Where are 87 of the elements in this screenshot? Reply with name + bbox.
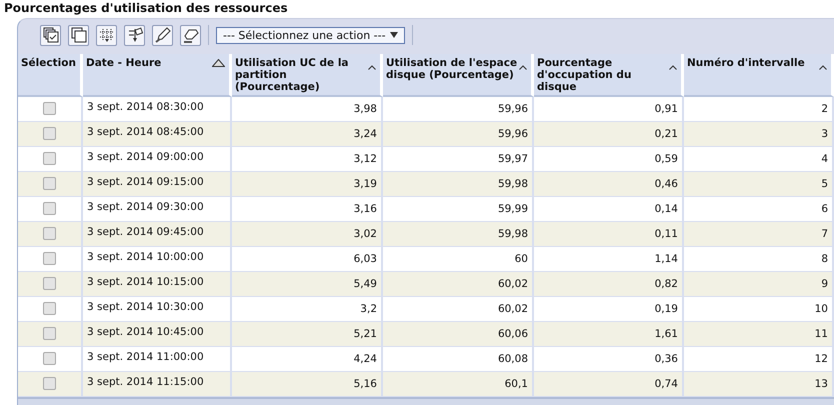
table-cell: 12 <box>684 347 834 372</box>
table-cell: 0,82 <box>534 272 684 297</box>
table-cell: 2 <box>684 97 834 122</box>
table-cell: 60,08 <box>383 347 534 372</box>
column-header[interactable]: Pourcentage d'occupation du disque <box>534 54 684 97</box>
table-cell: 3 sept. 2014 10:00:00 <box>83 247 232 272</box>
table-cell: 10 <box>684 297 834 322</box>
column-header[interactable]: Numéro d'intervalle <box>684 54 834 97</box>
table-cell: 3,24 <box>232 122 383 147</box>
table-cell: 60,02 <box>383 272 534 297</box>
table-cell: 3 sept. 2014 10:45:00 <box>83 322 232 347</box>
table-cell: 3,98 <box>232 97 383 122</box>
table-cell: 60,02 <box>383 297 534 322</box>
pencil-icon[interactable] <box>152 24 173 46</box>
table-cell: 59,98 <box>383 222 534 247</box>
row-checkbox[interactable] <box>43 377 56 390</box>
table-cell: 5,21 <box>232 322 383 347</box>
table-cell: 4 <box>684 147 834 172</box>
table-cell: 59,96 <box>383 97 534 122</box>
table-cell: 3 sept. 2014 11:00:00 <box>83 347 232 372</box>
table-cell: 3 sept. 2014 10:30:00 <box>83 297 232 322</box>
eraser-icon[interactable] <box>180 24 201 46</box>
table-cell: 11 <box>684 322 834 347</box>
table-cell: 60,06 <box>383 322 534 347</box>
table-cell: 1,61 <box>534 322 684 347</box>
table-cell: 0,19 <box>534 297 684 322</box>
table-cell: 3 sept. 2014 08:30:00 <box>83 97 232 122</box>
table-cell: 3,19 <box>232 172 383 197</box>
table-cell: 5,16 <box>232 372 383 397</box>
table-cell: 3 sept. 2014 09:45:00 <box>83 222 232 247</box>
table-cell: 6,03 <box>232 247 383 272</box>
table-cell: 59,96 <box>383 122 534 147</box>
row-checkbox[interactable] <box>43 252 56 266</box>
table-cell: 9 <box>684 272 834 297</box>
table-cell: 3 sept. 2014 11:15:00 <box>83 372 232 397</box>
row-checkbox[interactable] <box>43 202 56 216</box>
table-cell: 3,02 <box>232 222 383 247</box>
table-cell: 3 sept. 2014 09:00:00 <box>83 147 232 172</box>
table-cell: 0,21 <box>534 122 684 147</box>
row-checkbox[interactable] <box>43 127 56 140</box>
table-cell: 1,14 <box>534 247 684 272</box>
action-select[interactable]: --- Sélectionnez une action --- <box>216 26 405 44</box>
column-header[interactable]: Utilisation de l'espace disque (Pourcentage) <box>383 54 534 97</box>
table-cell: 3 sept. 2014 09:15:00 <box>83 172 232 197</box>
table-cell: 60 <box>383 247 534 272</box>
table-cell: 3,12 <box>232 147 383 172</box>
table-cell: 59,98 <box>383 172 534 197</box>
table-cell: 0,11 <box>534 222 684 247</box>
row-checkbox[interactable] <box>43 102 56 116</box>
row-checkbox[interactable] <box>43 277 56 290</box>
column-header[interactable]: Date - Heure <box>83 54 232 97</box>
select-all-icon[interactable] <box>40 24 61 46</box>
table-cell: 5 <box>684 172 834 197</box>
table-cell: 5,49 <box>232 272 383 297</box>
columns-icon[interactable] <box>96 24 117 46</box>
filter-icon[interactable] <box>124 24 145 46</box>
table-cell: 3 <box>684 122 834 147</box>
row-checkbox[interactable] <box>43 227 56 240</box>
table-cell: 59,97 <box>383 147 534 172</box>
table-cell: 0,74 <box>534 372 684 397</box>
table-cell: 0,59 <box>534 147 684 172</box>
table-cell: 13 <box>684 372 834 397</box>
dropdown-arrow-icon <box>390 32 398 38</box>
table-cell: 6 <box>684 197 834 222</box>
table-cell: 3 sept. 2014 08:45:00 <box>83 122 232 147</box>
copy-icon[interactable] <box>68 24 89 46</box>
row-checkbox[interactable] <box>43 352 56 366</box>
table-cell: 0,14 <box>534 197 684 222</box>
row-checkbox[interactable] <box>43 327 56 340</box>
table-cell: 8 <box>684 247 834 272</box>
table-cell: 3 sept. 2014 09:30:00 <box>83 197 232 222</box>
table-cell: 3 sept. 2014 10:15:00 <box>83 272 232 297</box>
page-title: Pourcentages d'utilisation des ressources <box>3 0 289 17</box>
table-cell: 3,2 <box>232 297 383 322</box>
table-cell: 7 <box>684 222 834 247</box>
table-cell: 4,24 <box>232 347 383 372</box>
table-cell: 0,36 <box>534 347 684 372</box>
column-header[interactable]: Utilisation UC de la partition (Pourcentage) <box>232 54 383 97</box>
row-checkbox[interactable] <box>43 302 56 316</box>
table-cell: 60,1 <box>383 372 534 397</box>
table-cell: 0,46 <box>534 172 684 197</box>
row-checkbox[interactable] <box>43 177 56 190</box>
column-header[interactable]: Sélection <box>18 54 83 97</box>
table-cell: 3,16 <box>232 197 383 222</box>
table-cell: 59,99 <box>383 197 534 222</box>
table-cell: 0,91 <box>534 97 684 122</box>
row-checkbox[interactable] <box>43 152 56 166</box>
